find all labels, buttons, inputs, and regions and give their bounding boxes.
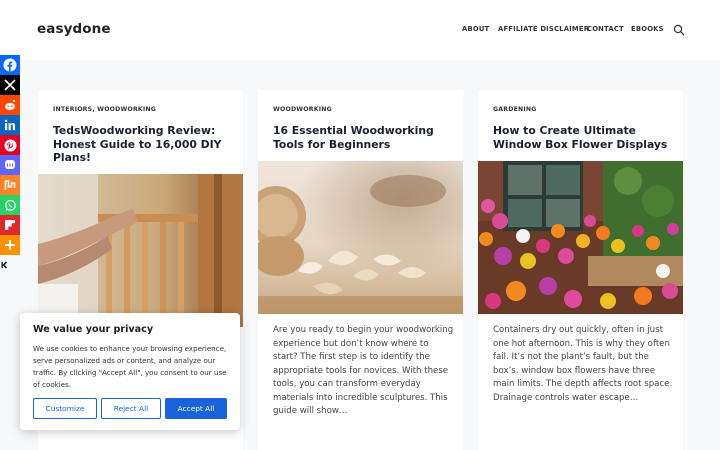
x-icon [4, 79, 16, 91]
site-header: easydone ABOUT AFFILIATE DISCLAIMER CONT… [0, 0, 720, 60]
cookie-consent-dialog: We value your privacy We use cookies to … [20, 313, 240, 430]
cookie-title: We value your privacy [33, 324, 154, 335]
post-thumbnail[interactable] [258, 161, 463, 314]
window-box-flowers-photo [478, 161, 683, 314]
post-title[interactable]: 16 Essential Woodworking Tools for Begin… [273, 124, 451, 151]
x-share-button[interactable] [0, 75, 20, 95]
post-card: GARDENING How to Create Ultimate Window … [478, 90, 683, 450]
mastodon-share-button[interactable] [0, 155, 20, 175]
facebook-share-button[interactable] [0, 55, 20, 75]
plus-icon [5, 240, 15, 250]
linkedin-share-button[interactable] [0, 115, 20, 135]
flipboard-share-button[interactable] [0, 215, 20, 235]
pinterest-icon [4, 139, 16, 151]
post-category[interactable]: GARDENING [493, 106, 537, 113]
reddit-icon [5, 99, 16, 111]
post-excerpt: Are you ready to begin your woodworking … [273, 325, 454, 416]
mastodon-icon [5, 160, 15, 169]
social-share-bar [0, 55, 20, 255]
accept-all-button[interactable]: Accept All [165, 398, 227, 419]
woodworking-photo [38, 174, 243, 327]
reject-all-button[interactable]: Reject All [101, 398, 161, 419]
post-category[interactable]: WOODWORKING [273, 106, 332, 113]
pinterest-share-button[interactable] [0, 135, 20, 155]
search-icon[interactable] [673, 24, 685, 36]
post-thumbnail[interactable] [38, 174, 243, 327]
wood-shavings-photo [258, 161, 463, 314]
linkedin-icon [4, 119, 15, 131]
nav-contact[interactable]: CONTACT [587, 25, 624, 33]
cookie-text: We use cookies to enhance your browsing … [33, 344, 227, 389]
nav-affiliate-disclaimer[interactable]: AFFILIATE DISCLAIMER [498, 25, 589, 33]
site-logo[interactable]: easydone [37, 21, 111, 37]
post-card: WOODWORKING 16 Essential Woodworking Too… [258, 90, 463, 450]
customize-button[interactable]: Customize [33, 398, 97, 419]
post-category[interactable]: INTERIORS, WOODWORKING [53, 106, 156, 113]
hide-share-icon[interactable] [1, 261, 9, 269]
reddit-share-button[interactable] [0, 95, 20, 115]
nav-ebooks[interactable]: EBOOKS [631, 25, 664, 33]
mix-share-button[interactable] [0, 175, 20, 195]
flipboard-icon [5, 220, 15, 230]
facebook-icon [3, 58, 17, 72]
post-thumbnail[interactable] [478, 161, 683, 314]
post-title[interactable]: TedsWoodworking Review: Honest Guide to … [53, 124, 231, 165]
post-title[interactable]: How to Create Ultimate Window Box Flower… [493, 124, 671, 151]
nav-about[interactable]: ABOUT [462, 25, 489, 33]
whatsapp-icon [4, 199, 16, 211]
post-excerpt: Containers dry out quickly, often in jus… [493, 325, 673, 403]
whatsapp-share-button[interactable] [0, 195, 20, 215]
more-share-button[interactable] [0, 235, 20, 255]
mix-icon [4, 180, 16, 190]
